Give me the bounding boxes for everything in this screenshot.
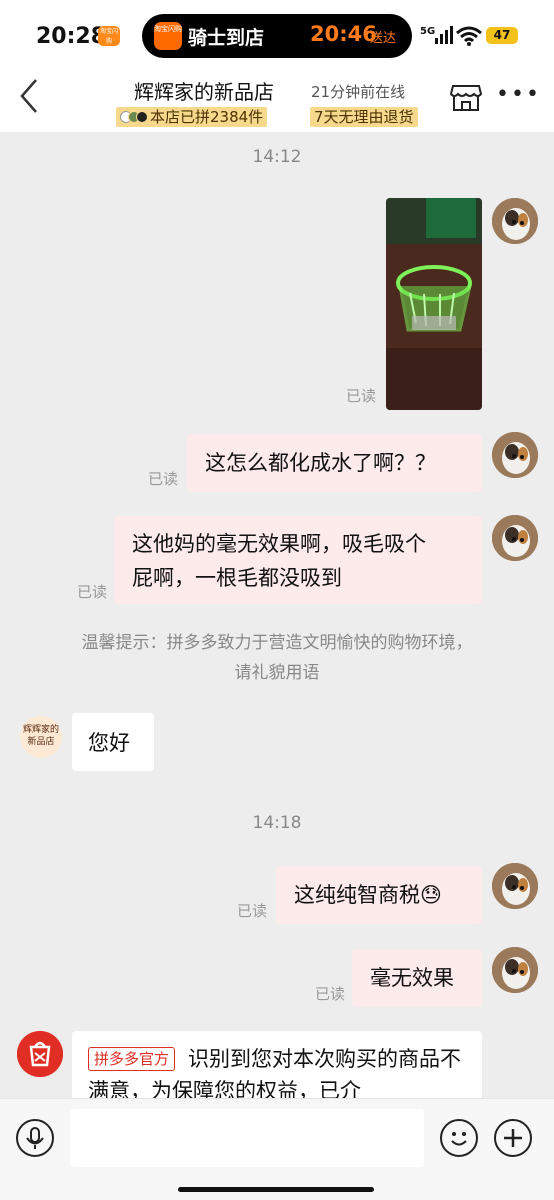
island-title: 骑士到店: [188, 27, 265, 49]
network-type: 5G: [420, 26, 436, 37]
smiley-icon: [451, 1132, 467, 1146]
message-bubble[interactable]: 这他妈的毫无效果啊，吸毛吸个 屁啊，一根毛都没吸到: [114, 516, 482, 604]
plus-icon: [504, 1129, 522, 1147]
chat-timestamp: 14:12: [252, 147, 302, 167]
island-deliver-label: 送达: [370, 31, 397, 46]
wifi-icon: [456, 26, 482, 46]
user-avatar[interactable]: [492, 198, 538, 244]
buyer-avatars-icon: [120, 111, 148, 123]
message-bubble[interactable]: 这纯纯智商税😓: [276, 866, 482, 924]
pinduoduo-logo-icon: [17, 1031, 63, 1077]
civility-tip: 温馨提示：拼多多致力于营造文明愉快的购物环境， 请礼貌用语: [40, 628, 514, 688]
tip-line: 请礼貌用语: [234, 663, 320, 683]
more-options-icon[interactable]: •••: [496, 82, 541, 107]
online-status: 21分钟前在线: [311, 83, 406, 101]
message-text: 这怎么都化成水了啊？？: [205, 451, 436, 475]
shop-avatar-text: 辉辉家的新品店: [23, 725, 60, 747]
status-time: 20:28: [36, 24, 107, 49]
sold-count-text: 本店已拼2384件: [150, 108, 264, 126]
pinduoduo-official-avatar[interactable]: [17, 1031, 63, 1077]
product-photo[interactable]: [386, 198, 482, 410]
user-avatar[interactable]: [492, 515, 538, 561]
battery-icon: 47: [486, 27, 518, 44]
message-input[interactable]: [70, 1109, 424, 1167]
user-avatar[interactable]: [492, 947, 538, 993]
read-receipt: 已读: [237, 902, 268, 920]
sold-count-badge: 本店已拼2384件: [116, 107, 268, 127]
read-receipt: 已读: [77, 583, 108, 601]
tip-line: 温馨提示：拼多多致力于营造文明愉快的购物环境，: [81, 633, 473, 653]
message-text: 这纯纯智商税😓: [294, 883, 442, 907]
official-message-text: 识别到您对本次购买的商品不满意，为保障您的权益，已介: [88, 1047, 461, 1101]
voice-input-button[interactable]: [16, 1119, 54, 1157]
official-message-card[interactable]: 拼多多官方 识别到您对本次购买的商品不满意，为保障您的权益，已介: [72, 1031, 482, 1101]
taobao-flash-app-icon: 淘宝闪购: [98, 26, 120, 46]
emoji-button[interactable]: [440, 1119, 478, 1157]
status-bar: 20:28 淘宝闪购 淘宝闪购 骑士到店 20:46 送达 5G 47: [0, 0, 554, 70]
dynamic-island[interactable]: 淘宝闪购 骑士到店 20:46 送达: [142, 14, 412, 58]
read-receipt: 已读: [148, 470, 179, 488]
cat-avatar-icon: [492, 198, 538, 244]
user-avatar[interactable]: [492, 863, 538, 909]
product-photo-image: [386, 198, 482, 410]
message-text: 您好: [88, 731, 130, 755]
user-avatar[interactable]: [492, 432, 538, 478]
home-indicator[interactable]: [178, 1187, 374, 1192]
shop-name[interactable]: 辉辉家的新品店: [134, 76, 274, 105]
island-arrival-time: 20:46: [310, 22, 377, 46]
cat-avatar-icon: [492, 947, 538, 993]
store-icon[interactable]: [450, 82, 482, 112]
microphone-icon: [26, 1127, 44, 1149]
chat-timestamp: 14:18: [252, 813, 302, 833]
input-bar: [0, 1098, 554, 1200]
return-policy-badge: 7天无理由退货: [310, 107, 418, 127]
chat-header: 辉辉家的新品店 21分钟前在线 本店已拼2384件 7天无理由退货 •••: [0, 70, 554, 132]
message-text: 毫无效果: [370, 966, 454, 990]
message-bubble[interactable]: 您好: [72, 713, 154, 771]
back-arrow-icon[interactable]: [18, 78, 42, 114]
cat-avatar-icon: [492, 432, 538, 478]
more-actions-button[interactable]: [494, 1119, 532, 1157]
cat-avatar-icon: [492, 863, 538, 909]
read-receipt: 已读: [315, 985, 346, 1003]
message-bubble[interactable]: 毫无效果: [352, 949, 482, 1007]
message-text-line: 这他妈的毫无效果啊，吸毛吸个: [132, 532, 426, 556]
taobao-flash-island-icon: 淘宝闪购: [154, 22, 182, 50]
read-receipt: 已读: [346, 387, 377, 405]
message-text-line: 屁啊，一根毛都没吸到: [132, 566, 342, 590]
message-bubble[interactable]: 这怎么都化成水了啊？？: [187, 434, 482, 492]
shop-avatar[interactable]: 辉辉家的新品店: [20, 716, 62, 758]
signal-icon: [435, 26, 453, 44]
cat-avatar-icon: [492, 515, 538, 561]
